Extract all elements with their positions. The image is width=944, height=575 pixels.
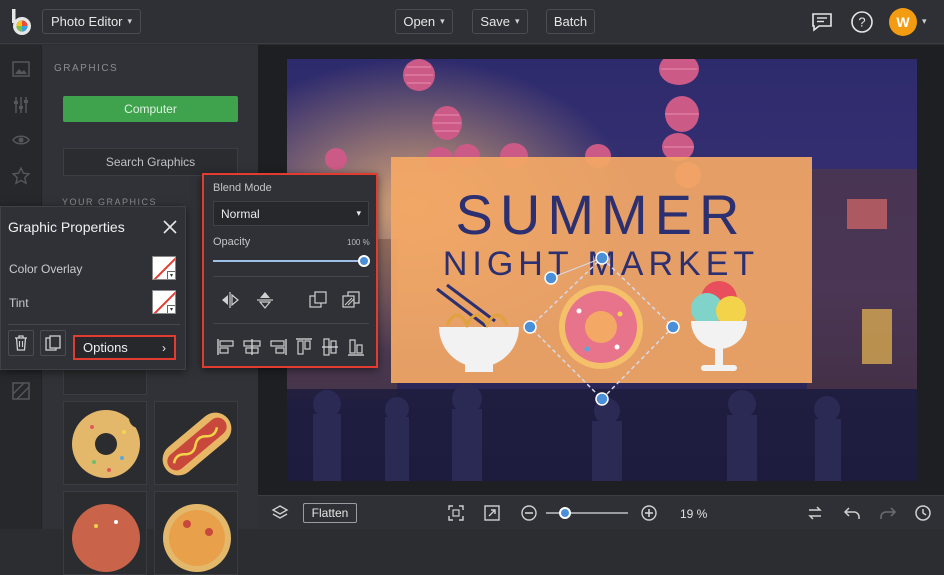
undo-icon[interactable]: [843, 504, 861, 522]
options-label: Options: [83, 340, 128, 355]
swap-icon[interactable]: [806, 504, 824, 522]
chevron-down-icon: ▾: [356, 208, 361, 218]
resize-handle[interactable]: [666, 320, 680, 334]
divider: [213, 323, 369, 324]
opacity-slider-track[interactable]: [213, 260, 365, 262]
user-avatar[interactable]: W: [889, 8, 917, 36]
zoom-in-icon[interactable]: [640, 504, 658, 522]
resize-handle[interactable]: [595, 251, 609, 265]
align-center-icon[interactable]: [242, 337, 262, 357]
feedback-icon[interactable]: [810, 10, 834, 34]
app-name: Photo Editor: [50, 14, 123, 29]
help-icon[interactable]: ?: [850, 10, 874, 34]
color-overlay-label: Color Overlay: [9, 262, 83, 276]
blend-mode-label: Blend Mode: [213, 182, 272, 194]
open-label: Open: [403, 14, 436, 29]
expand-icon[interactable]: [483, 504, 501, 522]
search-graphics-button[interactable]: Search Graphics: [63, 148, 238, 176]
top-bar: Photo Editor ▾ Open ▾ Save ▾ Batch ? W ▾: [0, 0, 944, 44]
opacity-label: Opacity: [213, 236, 251, 248]
align-right-icon[interactable]: [268, 337, 288, 357]
divider: [213, 276, 369, 277]
align-top-icon[interactable]: [294, 337, 314, 357]
batch-label: Batch: [553, 14, 588, 29]
canvas-photo[interactable]: SUMMER NIGHT MARKET: [287, 59, 917, 481]
batch-button[interactable]: Batch: [546, 9, 595, 34]
bring-forward-icon[interactable]: [308, 290, 328, 310]
blend-mode-select[interactable]: Normal ▾: [213, 201, 369, 226]
headline-line-1[interactable]: SUMMER: [456, 183, 747, 246]
send-backward-icon[interactable]: [341, 290, 361, 310]
flip-horizontal-icon[interactable]: [220, 290, 240, 310]
redo-icon[interactable]: [879, 504, 897, 522]
texture-tool-icon[interactable]: [12, 382, 30, 400]
eye-tool-icon[interactable]: [12, 131, 30, 149]
align-bottom-icon[interactable]: [346, 337, 366, 357]
graphic-properties-title: Graphic Properties: [8, 219, 125, 235]
computer-upload-button[interactable]: Computer: [63, 96, 238, 122]
align-middle-icon[interactable]: [320, 337, 340, 357]
chevron-down-icon: ▾: [440, 16, 445, 26]
cookie-graphic: [72, 504, 140, 572]
duplicate-button[interactable]: [40, 330, 66, 356]
options-button[interactable]: Options ›: [73, 335, 176, 360]
donut-graphic[interactable]: [559, 285, 643, 369]
zoom-level: 19 %: [680, 507, 708, 521]
resize-handle[interactable]: [595, 392, 609, 406]
zoom-out-icon[interactable]: [520, 504, 538, 522]
align-left-icon[interactable]: [216, 337, 236, 357]
blend-options-panel: Blend Mode Normal ▾ Opacity 100 %: [202, 173, 378, 368]
svg-text:?: ?: [858, 15, 865, 30]
chevron-down-icon: ▾: [127, 16, 133, 26]
save-label: Save: [480, 14, 511, 29]
history-icon[interactable]: [914, 504, 932, 522]
trash-icon: [15, 335, 27, 351]
save-menu-button[interactable]: Save ▾: [472, 9, 528, 34]
night-market-photo: SUMMER NIGHT MARKET: [287, 59, 917, 481]
graphic-tile-pizza[interactable]: [154, 491, 238, 575]
close-icon[interactable]: [163, 220, 177, 234]
graphics-panel-title: GRAPHICS: [54, 63, 119, 74]
color-overlay-swatch[interactable]: ▾: [152, 256, 176, 280]
donut-graphic: [72, 408, 146, 478]
delete-button[interactable]: [8, 330, 34, 356]
star-tool-icon[interactable]: [12, 167, 30, 185]
graphic-tile-hotdog[interactable]: [154, 401, 238, 485]
pizza-graphic: [163, 504, 231, 572]
graphic-tile-cookie[interactable]: [63, 491, 147, 575]
duplicate-icon: [45, 335, 61, 351]
zoom-slider-thumb[interactable]: [559, 507, 571, 519]
flatten-button[interactable]: Flatten: [303, 503, 357, 523]
chevron-down-icon: ▾: [167, 305, 175, 313]
opacity-value: 100 %: [347, 238, 370, 247]
divider: [8, 324, 180, 325]
graphic-tile-donut[interactable]: [63, 401, 147, 485]
blend-mode-value: Normal: [221, 206, 260, 221]
layers-icon[interactable]: [271, 504, 289, 522]
tint-label: Tint: [9, 296, 29, 310]
image-tool-icon[interactable]: [12, 60, 30, 78]
fit-screen-icon[interactable]: [447, 504, 465, 522]
tint-swatch[interactable]: ▾: [152, 290, 176, 314]
app-logo-icon[interactable]: [10, 8, 34, 36]
opacity-slider-thumb[interactable]: [358, 255, 370, 267]
rotate-handle[interactable]: [544, 271, 558, 285]
chevron-right-icon: ›: [162, 340, 166, 355]
flip-vertical-icon[interactable]: [255, 290, 275, 310]
resize-handle[interactable]: [523, 320, 537, 334]
chevron-down-icon[interactable]: ▾: [922, 16, 927, 27]
app-switcher-button[interactable]: Photo Editor ▾: [42, 9, 141, 34]
chevron-down-icon: ▾: [167, 271, 175, 279]
open-menu-button[interactable]: Open ▾: [395, 9, 453, 34]
chevron-down-icon: ▾: [515, 16, 520, 26]
zoom-slider[interactable]: [546, 505, 628, 521]
adjust-tool-icon[interactable]: [12, 96, 30, 114]
hotdog-graphic: [162, 412, 232, 476]
